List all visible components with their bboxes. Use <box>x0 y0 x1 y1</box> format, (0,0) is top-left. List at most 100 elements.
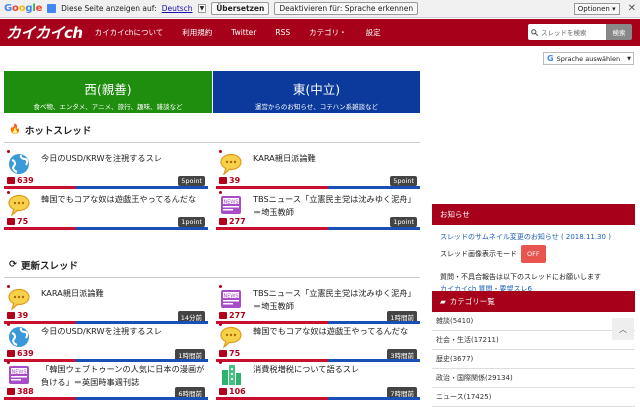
comment-count: 39 <box>7 311 28 320</box>
thread-title[interactable]: 今日のUSD/KRWを注視するスレ <box>41 325 206 338</box>
comment-count-value: 277 <box>229 311 246 320</box>
category-list-header: ▰ カテゴリー覧 <box>432 291 635 312</box>
thread-item[interactable]: NEWS TBSニュース「立憲民主党は沈みゆく泥舟」＝埼玉教師 277 1point <box>216 190 420 230</box>
comment-count: 39 <box>219 176 240 185</box>
comment-count-value: 39 <box>17 311 29 320</box>
comment-count: 75 <box>219 349 240 358</box>
scroll-top-button[interactable]: ︿ <box>612 318 634 340</box>
comment-icon <box>219 312 227 319</box>
vote-bar <box>216 227 420 230</box>
category-east[interactable]: 東(中立) 運営からのお知らせ、コテハン系雑談など <box>213 71 420 113</box>
svg-text:NEWS: NEWS <box>11 369 26 375</box>
folder-icon: ▰ <box>440 297 446 306</box>
comment-count: 277 <box>219 217 246 226</box>
options-button[interactable]: Optionen ▾ <box>573 2 620 15</box>
comment-count: 639 <box>7 176 34 185</box>
chevron-down-icon: ▼ <box>627 55 631 62</box>
thread-item[interactable]: 今日のUSD/KRWを注視するスレ 639 1時間前 <box>4 322 208 362</box>
thread-badge: 1point <box>178 217 205 227</box>
comment-icon <box>7 312 15 319</box>
thread-item[interactable]: KARA親日派論難 39 14分前 <box>4 284 208 324</box>
google-logo: Google <box>4 3 43 14</box>
search-icon <box>531 28 538 36</box>
nav-item-terms[interactable]: 利用規約 <box>182 27 212 38</box>
nav-item-twitter[interactable]: Twitter <box>231 28 256 37</box>
thread-item[interactable]: 消費税増税について語るスレ 106 7時間前 <box>216 360 420 400</box>
new-threads-title: 更新スレッド <box>20 260 78 272</box>
category-list-item[interactable]: 雑談(5410) <box>432 312 635 331</box>
comment-count-value: 106 <box>229 387 246 396</box>
vote-bar <box>4 227 208 230</box>
notice-header: お知らせ <box>432 204 635 225</box>
thread-title[interactable]: TBSニュース「立憲民主党は沈みゆく泥舟」＝埼玉教師 <box>253 287 418 313</box>
thread-title[interactable]: KARA親日派論難 <box>41 287 206 300</box>
image-mode-toggle[interactable]: OFF <box>521 245 546 263</box>
comment-icon <box>219 388 227 395</box>
thread-badge: 5point <box>178 176 205 186</box>
thread-item[interactable]: 韓国でもコアな奴は遊戯王やってるんだな 75 1point <box>4 190 208 230</box>
comment-icon <box>219 218 227 225</box>
thread-item[interactable]: KARA親日派論難 39 5point <box>216 149 420 189</box>
category-list-item[interactable]: 政治・国際関係(29134) <box>432 369 635 388</box>
thread-title[interactable]: 韓国でもコアな奴は遊戯王やってるんだな <box>253 325 418 338</box>
search-button[interactable]: 検索 <box>606 24 632 40</box>
svg-text:NEWS: NEWS <box>223 199 238 205</box>
thread-title[interactable]: 消費税増税について語るスレ <box>253 363 418 376</box>
comment-icon <box>7 177 15 184</box>
thread-avatar-news-icon: NEWS <box>7 364 31 386</box>
thread-avatar-building-icon <box>219 364 243 386</box>
notice-link[interactable]: スレッドのサムネイル変更のお知らせ ( 2018.11.30 ) <box>440 231 627 243</box>
hot-threads-header: 🔥 ホットスレッド <box>4 117 420 143</box>
comment-count: 75 <box>7 217 28 226</box>
thread-badge: 5point <box>390 176 417 186</box>
thread-item[interactable]: 韓国でもコアな奴は遊戯王やってるんだな 75 3時間前 <box>216 322 420 362</box>
comment-icon <box>219 350 227 357</box>
search-form: スレッドを検索 検索 <box>528 24 632 40</box>
thread-avatar-speech-icon <box>7 194 31 217</box>
comment-count-value: 639 <box>17 176 34 185</box>
thread-title[interactable]: KARA親日派論難 <box>253 152 418 165</box>
notice-panel: お知らせ スレッドのサムネイル変更のお知らせ ( 2018.11.30 ) スレ… <box>432 204 635 301</box>
hot-threads-title: ホットスレッド <box>24 125 92 137</box>
translate-bar: Google Diese Seite anzeigen auf: Deutsch… <box>0 0 640 18</box>
search-input[interactable]: スレッドを検索 <box>528 24 606 40</box>
thread-title[interactable]: 今日のUSD/KRWを注視するスレ <box>41 152 206 165</box>
language-dropdown-icon[interactable]: ▼ <box>197 4 207 13</box>
category-subtitle: 運営からのお知らせ、コテハン系雑談など <box>254 103 379 111</box>
thread-item[interactable]: NEWS 「韓国ウェブトゥーンの人気に日本の漫画が負ける」＝英国時事週刊誌 388 6… <box>4 360 208 400</box>
fire-icon: 🔥 <box>9 124 21 135</box>
site-logo[interactable]: カイカイch <box>0 22 95 43</box>
category-title: 西(親善) <box>84 82 132 97</box>
close-icon[interactable]: ✕ <box>628 3 636 14</box>
thread-title[interactable]: TBSニュース「立憲民主党は沈みゆく泥舟」＝埼玉教師 <box>253 193 418 219</box>
comment-count-value: 75 <box>229 349 241 358</box>
thread-item[interactable]: 今日のUSD/KRWを注視するスレ 639 5point <box>4 149 208 189</box>
language-link[interactable]: Deutsch <box>162 4 193 13</box>
new-threads-header: ⟳ 更新スレッド <box>4 252 420 278</box>
nav-item-settings[interactable]: 設定 <box>366 27 381 38</box>
category-west[interactable]: 西(親善) 食べ物、エンタメ、アニメ、旅行、趣味、雑談など <box>4 71 212 113</box>
google-language-select[interactable]: G Sprache auswählen ▼ <box>543 52 634 65</box>
category-list-item[interactable]: 社会・生活(17211) <box>432 331 635 350</box>
nav-item-rss[interactable]: RSS <box>275 28 290 37</box>
comment-count-value: 39 <box>229 176 241 185</box>
deactivate-button[interactable]: Deaktivieren für: Sprache erkennen <box>274 2 419 15</box>
thread-title[interactable]: 韓国でもコアな奴は遊戯王やってるんだな <box>41 193 206 206</box>
thread-item[interactable]: NEWS TBSニュース「立憲民主党は沈みゆく泥舟」＝埼玉教師 277 1時間前 <box>216 284 420 324</box>
category-list-item[interactable]: ニュース(17425) <box>432 388 635 407</box>
category-list-item[interactable]: 歴史(3677) <box>432 350 635 369</box>
nav-item-category[interactable]: カテゴリ・ <box>309 27 347 38</box>
google-g-icon: G <box>547 54 554 63</box>
category-list-title: カテゴリー覧 <box>449 297 495 306</box>
contact-text: 質問・不具合報告は以下のスレッドにお願いします <box>440 273 601 281</box>
comment-icon <box>219 177 227 184</box>
comment-count-value: 277 <box>229 217 246 226</box>
comment-count: 639 <box>7 349 34 358</box>
nav-item-about[interactable]: カイカイchについて <box>95 27 164 38</box>
thread-title[interactable]: 「韓国ウェブトゥーンの人気に日本の漫画が負ける」＝英国時事週刊誌 <box>41 363 206 389</box>
comment-count: 106 <box>219 387 246 396</box>
thread-avatar-news-icon: NEWS <box>219 288 243 310</box>
comment-icon <box>7 218 15 225</box>
options-label: Optionen <box>577 4 610 13</box>
translate-button[interactable]: Übersetzen <box>211 2 270 15</box>
